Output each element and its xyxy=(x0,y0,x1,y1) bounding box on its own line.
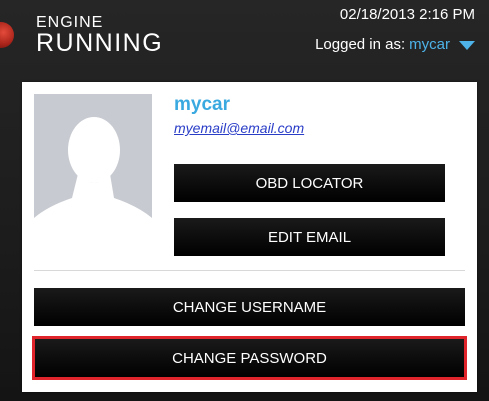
engine-status-icon xyxy=(0,22,14,48)
account-dropdown-panel: mycar myemail@email.com OBD LOCATOR EDIT… xyxy=(22,82,477,392)
brand-bottom-text: RUNNING xyxy=(36,29,164,57)
app-frame: ENGINE RUNNING 02/18/2013 2:16 PM Logged… xyxy=(0,0,489,401)
brand-logo: ENGINE RUNNING xyxy=(36,14,163,56)
profile-email-link[interactable]: myemail@email.com xyxy=(174,120,304,136)
change-username-button[interactable]: CHANGE USERNAME xyxy=(34,288,465,326)
obd-locator-button[interactable]: OBD LOCATOR xyxy=(174,164,445,202)
edit-email-button[interactable]: EDIT EMAIL xyxy=(174,218,445,256)
logged-in-label: Logged in as: xyxy=(315,36,406,53)
header-username-link[interactable]: mycar xyxy=(409,36,450,53)
profile-display-name: mycar xyxy=(174,94,230,115)
divider xyxy=(34,270,465,271)
caret-down-icon[interactable] xyxy=(459,41,475,50)
change-password-button[interactable]: CHANGE PASSWORD xyxy=(32,336,467,380)
avatar xyxy=(34,94,152,246)
default-user-silhouette-icon xyxy=(34,94,152,246)
datetime-display: 02/18/2013 2:16 PM xyxy=(339,6,475,23)
account-menu-toggle[interactable]: Logged in as: mycar xyxy=(315,36,475,53)
